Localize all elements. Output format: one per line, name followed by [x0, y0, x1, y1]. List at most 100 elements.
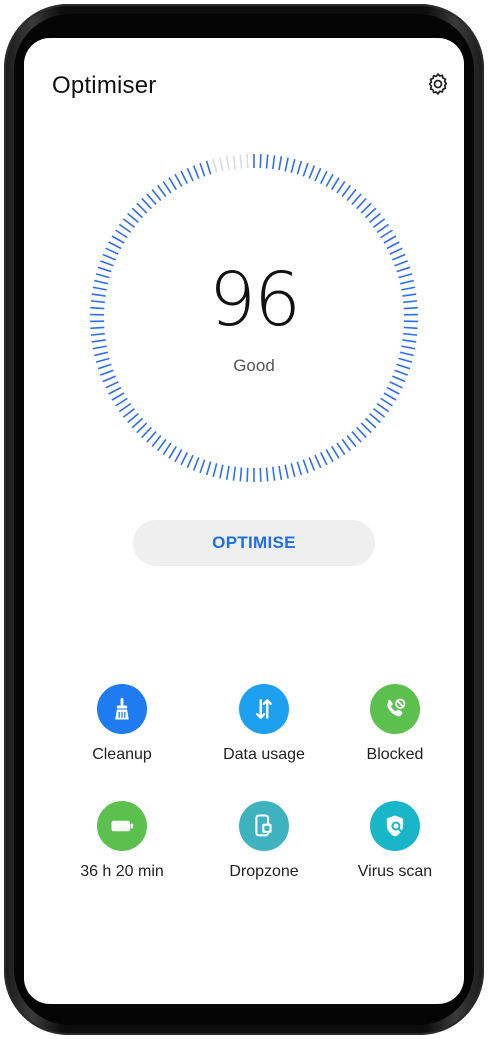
health-score-value: 96 [208, 257, 301, 343]
gauge-tick-active [111, 392, 125, 401]
gauge-tick-active [351, 193, 362, 205]
gauge-tick-active [265, 467, 269, 482]
gauge-tick-active [290, 158, 296, 173]
gauge-tick-inactive [212, 158, 218, 173]
blocked-tool[interactable]: Blocked [325, 684, 464, 764]
gauge-tick-active [92, 345, 107, 350]
virus-scan-icon [386, 815, 404, 837]
gauge-tick-active [331, 177, 340, 191]
blocked-icon-badge [370, 684, 420, 734]
gauge-tick-active [331, 445, 340, 459]
gauge-tick-active [151, 435, 162, 448]
gauge-tick-active [141, 197, 152, 210]
gauge-tick-active [336, 442, 346, 456]
gauge-tick-active [383, 235, 397, 244]
gauge-tick-active [105, 247, 119, 255]
gauge-tick-active [372, 218, 386, 228]
gauge-tick-active [296, 160, 303, 175]
cleanup-icon-badge [97, 684, 147, 734]
gauge-tick-active [360, 202, 372, 214]
gauge-tick-active [180, 170, 189, 184]
tool-label: Data usage [223, 746, 305, 763]
gauge-tick-active [336, 180, 346, 194]
gauge-tick-active [284, 464, 289, 479]
health-score-rating: Good [233, 356, 275, 375]
gauge-tick-inactive [232, 155, 236, 170]
gauge-tick-active [162, 442, 172, 456]
dropzone-icon-badge [239, 801, 289, 851]
blocked-call-icon [387, 698, 406, 717]
data-transfer-icon [256, 699, 272, 719]
gauge-tick-active [151, 188, 162, 201]
settings-button[interactable] [424, 70, 452, 98]
gauge-tick-active [136, 422, 148, 434]
gauge-tick-inactive [246, 154, 249, 169]
gauge-tick-active [319, 170, 328, 184]
cleanup-tool[interactable]: Cleanup [52, 684, 192, 764]
gauge-tick-active [319, 452, 328, 466]
gauge-tick-active [278, 465, 283, 480]
gauge-tick-active [346, 188, 357, 201]
gauge-tick-active [265, 154, 269, 169]
gauge-tick-active [386, 241, 400, 250]
gauge-tick-active [136, 202, 148, 214]
gauge-tick-active [115, 229, 128, 239]
tool-label: 36 h 20 min [80, 863, 164, 880]
tool-label: Virus scan [357, 863, 433, 880]
gauge-tick-active [108, 241, 122, 250]
gauge-tick-active [346, 435, 357, 448]
battery-icon [111, 820, 134, 832]
gauge-tick-active [168, 445, 177, 459]
gauge-tick-active [259, 154, 262, 169]
gauge-tick-active [174, 449, 183, 463]
battery-tool[interactable]: 36 h 20 min [52, 801, 192, 881]
data-usage-tool[interactable]: Data usage [194, 684, 334, 764]
virus-scan-tool[interactable]: Virus scan [325, 801, 464, 881]
gauge-tick-active [131, 417, 144, 429]
gauge-tick-active [102, 253, 117, 261]
gauge-tick-active [302, 162, 309, 177]
tool-label: Blocked [366, 746, 424, 763]
gauge-tick-inactive [219, 157, 224, 172]
gauge-tick-active [225, 465, 230, 480]
gauge-tick-active [290, 463, 296, 478]
gauge-tick-active [383, 392, 397, 401]
dropzone-icon [255, 814, 272, 837]
dropzone-tool[interactable]: Dropzone [194, 801, 334, 881]
gauge-tick-active [399, 351, 414, 357]
gauge-tick-active [115, 397, 128, 407]
gauge-tick-active [386, 386, 400, 395]
gauge-tick-active [108, 386, 122, 395]
gauge-tick-active [314, 454, 322, 469]
gauge-tick-active [105, 381, 119, 389]
gauge-tick-active [272, 466, 276, 481]
gauge-tick-active [308, 457, 316, 471]
gauge-tick-active [168, 177, 177, 191]
gauge-tick-active [111, 235, 125, 244]
gauge-tick-active [356, 426, 367, 439]
gauge-tick-active [369, 412, 381, 424]
gauge-tick-active [205, 461, 212, 476]
gauge-tick-active [369, 212, 381, 224]
gauge-tick-active [360, 422, 372, 434]
virus-scan-icon-badge [370, 801, 420, 851]
gauge-tick-active [122, 408, 136, 418]
optimise-button[interactable]: OPTIMISE [133, 520, 375, 566]
gauge-tick-active [391, 375, 406, 383]
tool-label: Dropzone [229, 863, 299, 880]
gauge-tick-active [141, 426, 152, 439]
gauge-tick-active [284, 157, 289, 172]
gauge-tick-active [364, 207, 377, 219]
gauge-tick-active [325, 449, 334, 463]
gauge-tick-inactive [239, 154, 243, 169]
page-title: Optimiser [52, 72, 157, 99]
gauge-tick-active [341, 438, 352, 452]
gauge-tick-active [246, 467, 249, 482]
gauge-tick-active [162, 180, 172, 194]
gauge-tick-active [127, 412, 139, 424]
gauge-tick-active [314, 167, 322, 182]
gauge-tick-active [372, 408, 386, 418]
gauge-tick-active [102, 375, 117, 383]
gauge-tick-active [180, 452, 189, 466]
gauge-tick-active [351, 431, 362, 443]
